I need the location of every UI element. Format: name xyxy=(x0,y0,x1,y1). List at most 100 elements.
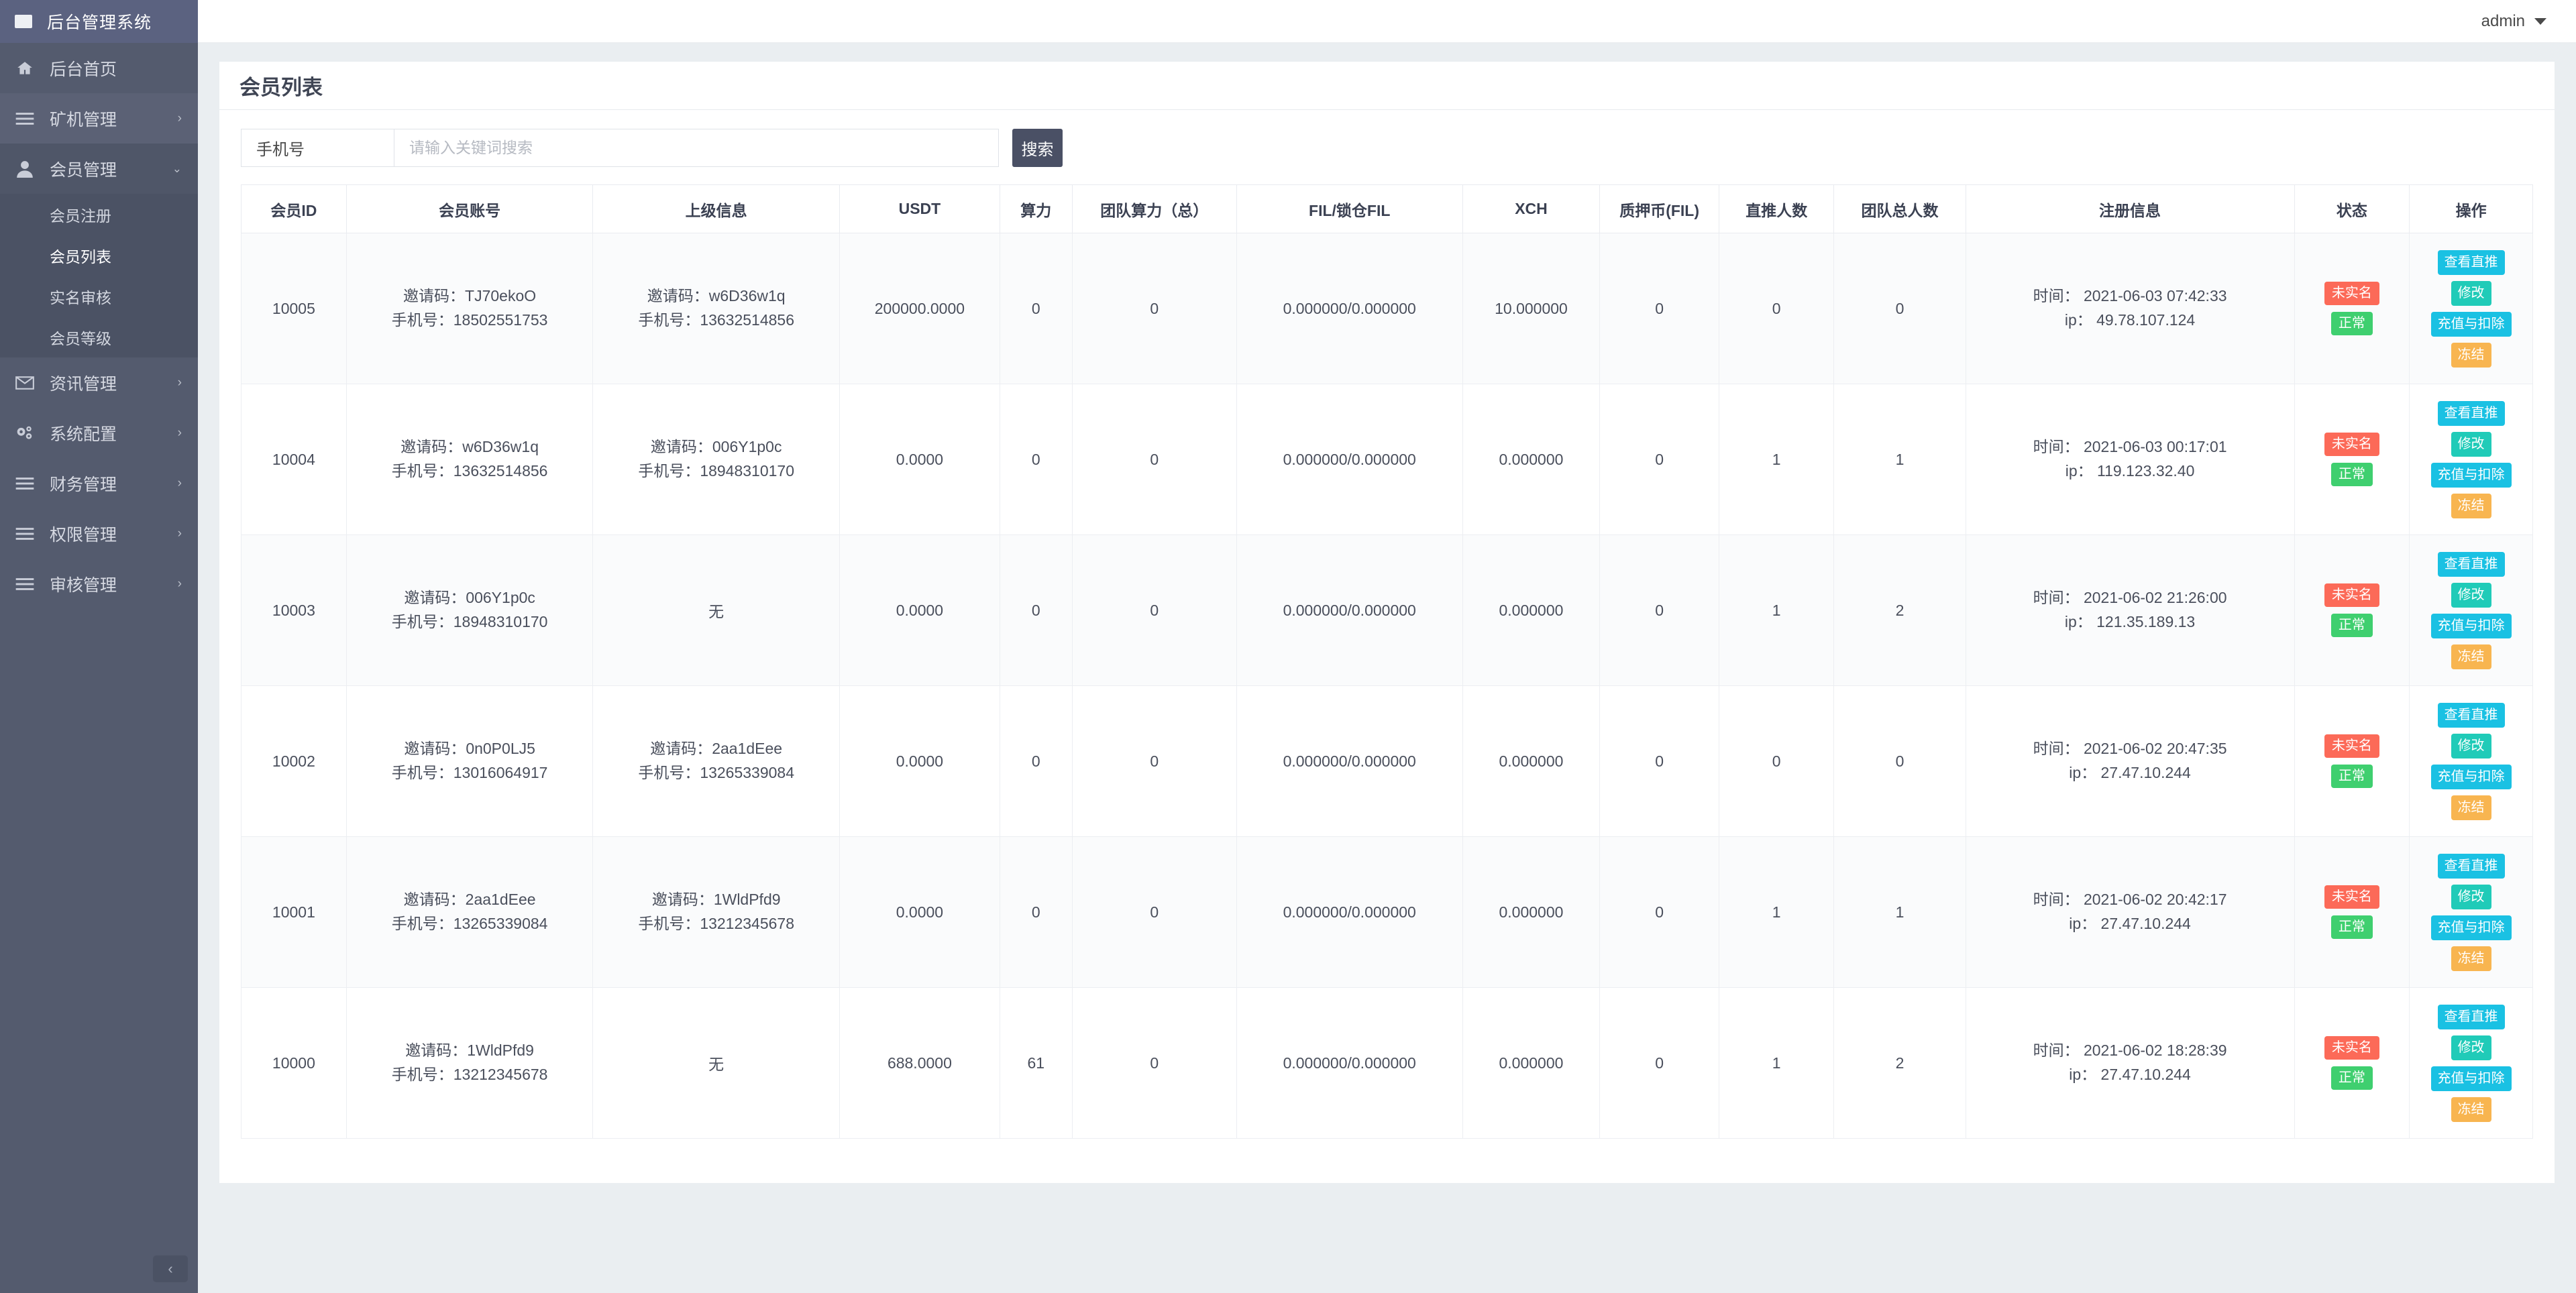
cell-pledge: 0 xyxy=(1599,233,1719,384)
search-field-select[interactable]: 手机号 xyxy=(241,129,394,167)
sidebar-item-finance[interactable]: 财务管理 › xyxy=(0,458,198,508)
cell-xch: 0.000000 xyxy=(1462,535,1601,686)
recharge-deduct-button[interactable]: 充值与扣除 xyxy=(2430,764,2512,789)
recharge-deduct-button[interactable]: 充值与扣除 xyxy=(2430,462,2512,488)
col-header-register: 注册信息 xyxy=(1965,184,2295,233)
freeze-button[interactable]: 冻结 xyxy=(2451,795,2491,820)
sidebar-subitem-label: 会员列表 xyxy=(50,247,111,266)
edit-button[interactable]: 修改 xyxy=(2451,1035,2491,1060)
sidebar-item-member-level[interactable]: 会员等级 xyxy=(0,317,198,357)
cell-power: 0 xyxy=(999,233,1073,384)
cell-status: 未实名 正常 xyxy=(2294,836,2410,988)
admin-menu[interactable]: admin xyxy=(2481,12,2546,31)
recharge-deduct-button[interactable]: 充值与扣除 xyxy=(2430,311,2512,337)
search-bar: 手机号 搜索 xyxy=(219,110,2555,184)
freeze-button[interactable]: 冻结 xyxy=(2451,342,2491,368)
cell-power: 0 xyxy=(999,535,1073,686)
search-input[interactable] xyxy=(394,129,999,167)
status-badge: 未实名 xyxy=(2324,885,2379,909)
cell-status: 未实名 正常 xyxy=(2294,384,2410,535)
cell-member-id: 10001 xyxy=(241,836,347,988)
view-direct-button[interactable]: 查看直推 xyxy=(2437,551,2505,577)
view-direct-button[interactable]: 查看直推 xyxy=(2437,702,2505,728)
cell-member-id: 10002 xyxy=(241,685,347,837)
cell-direct-count: 1 xyxy=(1718,535,1835,686)
cell-fil: 0.000000/0.000000 xyxy=(1236,685,1463,837)
chevron-down-icon: ⌄ xyxy=(172,162,182,175)
sidebar-item-system-config[interactable]: 系统配置 › xyxy=(0,408,198,458)
recharge-deduct-button[interactable]: 充值与扣除 xyxy=(2430,915,2512,940)
sidebar-item-home[interactable]: 后台首页 xyxy=(0,43,198,93)
cell-power: 0 xyxy=(999,685,1073,837)
cell-parent-info: 无 xyxy=(592,535,840,686)
col-header-usdt: USDT xyxy=(839,184,1000,233)
recharge-deduct-button[interactable]: 充值与扣除 xyxy=(2430,1066,2512,1091)
cell-member-account: 邀请码：2aa1dEee 手机号：13265339084 xyxy=(345,836,594,988)
sidebar-item-member-register[interactable]: 会员注册 xyxy=(0,194,198,235)
cell-team-total: 1 xyxy=(1833,836,1966,988)
member-table: 会员ID 会员账号 上级信息 USDT 算力 团队算力（总） FIL/锁仓FIL… xyxy=(241,184,2533,1139)
sidebar-collapse-button[interactable]: ‹ xyxy=(153,1255,188,1282)
cell-status: 未实名 正常 xyxy=(2294,685,2410,837)
table-head: 会员ID 会员账号 上级信息 USDT 算力 团队算力（总） FIL/锁仓FIL… xyxy=(241,184,2533,233)
list-icon xyxy=(15,477,35,490)
status-badge: 正常 xyxy=(2330,463,2373,486)
edit-button[interactable]: 修改 xyxy=(2451,280,2491,306)
table-row: 10003 邀请码：006Y1p0c 手机号：18948310170 无 0.0000 0… xyxy=(241,535,2533,686)
cell-register-info: 时间： 2021-06-03 00:17:01 ip： 119.123.32.40 xyxy=(1965,384,2295,535)
view-direct-button[interactable]: 查看直推 xyxy=(2437,400,2505,426)
sidebar-subitem-label: 会员注册 xyxy=(50,207,111,225)
freeze-button[interactable]: 冻结 xyxy=(2451,1097,2491,1122)
cell-usdt: 0.0000 xyxy=(839,836,1000,988)
col-header-pledge: 质押币(FIL) xyxy=(1599,184,1719,233)
sidebar-item-member[interactable]: 会员管理 ⌄ xyxy=(0,144,198,194)
col-header-id: 会员ID xyxy=(241,184,347,233)
status-badge: 正常 xyxy=(2330,915,2373,939)
search-button[interactable]: 搜索 xyxy=(1012,129,1063,167)
status-badge: 未实名 xyxy=(2324,583,2379,607)
sidebar-item-label: 会员管理 xyxy=(50,160,117,180)
cell-usdt: 0.0000 xyxy=(839,535,1000,686)
sidebar-item-audit[interactable]: 审核管理 › xyxy=(0,559,198,609)
sidebar: 后台管理系统 后台首页 矿机管理 › 会员管理 ⌄ 会员注册 会员列表 实名审核… xyxy=(0,0,198,1293)
sidebar-item-news[interactable]: 资讯管理 › xyxy=(0,357,198,408)
cell-status: 未实名 正常 xyxy=(2294,987,2410,1139)
sidebar-logo[interactable]: 后台管理系统 xyxy=(0,0,198,43)
edit-button[interactable]: 修改 xyxy=(2451,431,2491,457)
cell-power: 0 xyxy=(999,836,1073,988)
edit-button[interactable]: 修改 xyxy=(2451,733,2491,758)
chevron-right-icon: › xyxy=(177,475,182,490)
cell-team-total: 0 xyxy=(1833,233,1966,384)
sidebar-item-member-list[interactable]: 会员列表 xyxy=(0,235,198,276)
sidebar-item-realname-audit[interactable]: 实名审核 xyxy=(0,276,198,317)
col-header-direct: 直推人数 xyxy=(1718,184,1835,233)
table-row: 10005 邀请码：TJ70ekoO 手机号：18502551753 邀请码：w6D3… xyxy=(241,233,2533,384)
sidebar-nav: 后台首页 矿机管理 › 会员管理 ⌄ 会员注册 会员列表 实名审核 会员等级 资… xyxy=(0,43,198,609)
freeze-button[interactable]: 冻结 xyxy=(2451,644,2491,669)
cell-operations: 查看直推修改充值与扣除冻结 xyxy=(2409,384,2533,535)
cell-operations: 查看直推修改充值与扣除冻结 xyxy=(2409,233,2533,384)
cell-direct-count: 0 xyxy=(1718,685,1835,837)
sidebar-item-permission[interactable]: 权限管理 › xyxy=(0,508,198,559)
sidebar-item-label: 后台首页 xyxy=(50,60,117,79)
recharge-deduct-button[interactable]: 充值与扣除 xyxy=(2430,613,2512,638)
cell-power: 0 xyxy=(999,384,1073,535)
view-direct-button[interactable]: 查看直推 xyxy=(2437,249,2505,275)
cell-usdt: 0.0000 xyxy=(839,685,1000,837)
list-icon xyxy=(15,577,35,591)
table-header-row: 会员ID 会员账号 上级信息 USDT 算力 团队算力（总） FIL/锁仓FIL… xyxy=(241,184,2533,233)
sidebar-item-label: 矿机管理 xyxy=(50,110,117,129)
edit-button[interactable]: 修改 xyxy=(2451,582,2491,608)
table-row: 10002 邀请码：0n0P0LJ5 手机号：13016064917 邀请码：2aa1… xyxy=(241,685,2533,837)
cell-member-account: 邀请码：006Y1p0c 手机号：18948310170 xyxy=(345,535,594,686)
square-logo-icon xyxy=(15,15,32,28)
freeze-button[interactable]: 冻结 xyxy=(2451,493,2491,518)
cell-direct-count: 1 xyxy=(1718,384,1835,535)
cell-register-info: 时间： 2021-06-02 20:42:17 ip： 27.47.10.244 xyxy=(1965,836,2295,988)
edit-button[interactable]: 修改 xyxy=(2451,884,2491,909)
cell-direct-count: 1 xyxy=(1718,987,1835,1139)
view-direct-button[interactable]: 查看直推 xyxy=(2437,853,2505,879)
view-direct-button[interactable]: 查看直推 xyxy=(2437,1004,2505,1029)
freeze-button[interactable]: 冻结 xyxy=(2451,946,2491,971)
sidebar-item-miner[interactable]: 矿机管理 › xyxy=(0,93,198,144)
